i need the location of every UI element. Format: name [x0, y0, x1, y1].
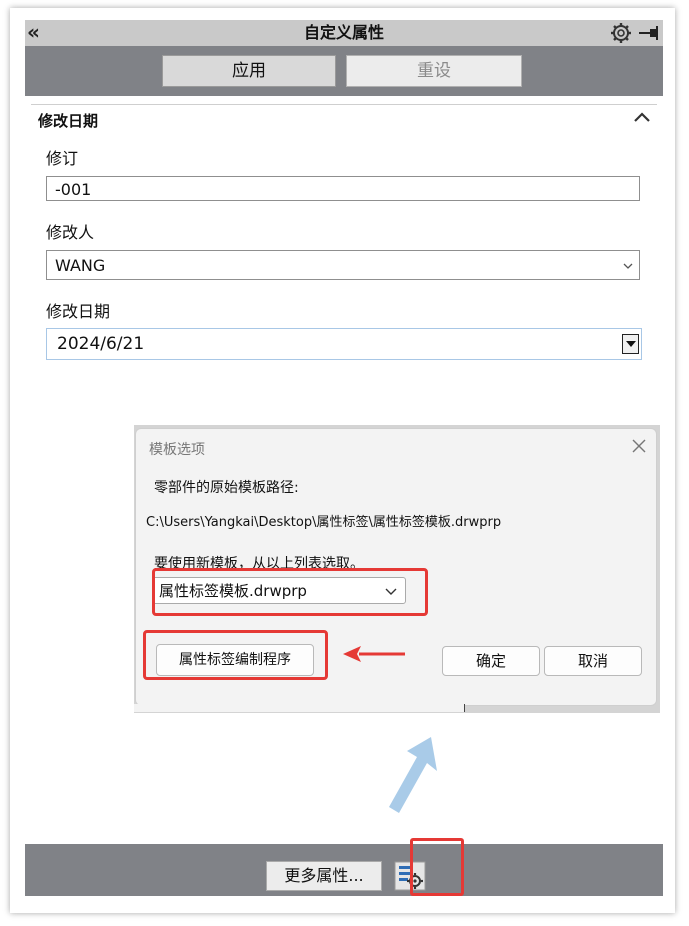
chevron-down-icon: [623, 263, 633, 269]
apply-reset-bar: 应用 重设: [25, 46, 663, 96]
panel-titlebar: « 自定义属性: [25, 20, 663, 46]
close-icon[interactable]: [630, 437, 648, 455]
revision-label: 修订: [46, 149, 79, 168]
apply-button[interactable]: 应用: [162, 55, 336, 87]
panel-title: 自定义属性: [303, 23, 384, 42]
revision-value: -001: [55, 180, 92, 199]
original-path-text: C:\Users\Yangkai\Desktop\属性标签\属性标签模板.drw…: [146, 515, 502, 530]
revision-field[interactable]: -001: [46, 176, 640, 201]
date-picker[interactable]: 2024/6/21: [46, 328, 642, 360]
more-properties-button[interactable]: 更多属性...: [266, 861, 382, 891]
date-label: 修改日期: [46, 302, 111, 321]
dialog-underlay: [134, 704, 465, 712]
cancel-button[interactable]: 取消: [544, 646, 642, 676]
modifier-value: WANG: [55, 256, 106, 275]
modifier-dropdown[interactable]: WANG: [46, 250, 640, 280]
blue-arrow-icon: [389, 737, 437, 813]
date-value: 2024/6/21: [57, 334, 145, 354]
ok-button[interactable]: 确定: [442, 646, 540, 676]
gear-icon[interactable]: [610, 22, 632, 44]
section-title: 修改日期: [38, 112, 99, 130]
highlight-template-select: [152, 568, 428, 616]
original-path-label: 零部件的原始模板路径:: [154, 480, 299, 496]
dialog-title: 模板选项: [149, 442, 205, 458]
red-arrow-icon: [343, 646, 405, 662]
highlight-editor-button: [143, 630, 328, 680]
pin-icon[interactable]: [637, 23, 661, 43]
reset-button[interactable]: 重设: [346, 55, 522, 87]
chevron-up-icon[interactable]: [633, 110, 651, 124]
modifier-label: 修改人: [46, 223, 95, 242]
bottom-bar: 更多属性...: [25, 844, 663, 896]
section-divider: [31, 104, 657, 105]
highlight-properties-icon: [410, 838, 464, 896]
date-dropdown-button[interactable]: [622, 334, 639, 354]
custom-properties-panel: « 自定义属性 应用 重设 修改日期 修订 -001 修改人 WANG 修改日期…: [25, 20, 663, 896]
